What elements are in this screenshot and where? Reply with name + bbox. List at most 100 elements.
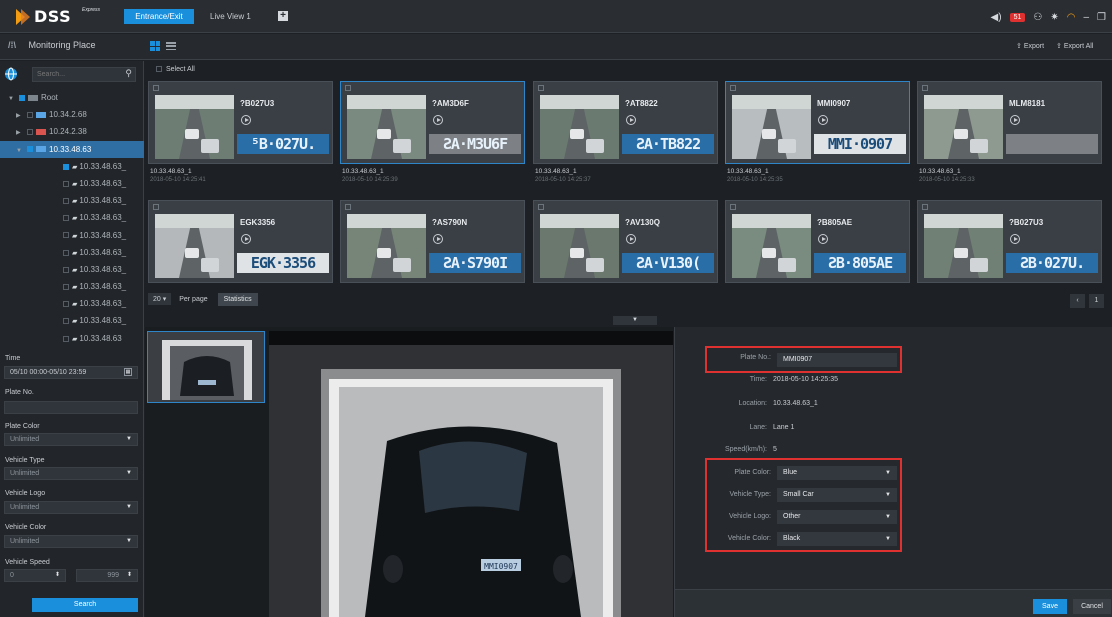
card-body[interactable]: ?B027U3 ⁵B·027U.	[148, 81, 333, 164]
tree-checkbox[interactable]	[63, 198, 69, 205]
play-icon[interactable]	[241, 115, 251, 125]
caret-down-icon[interactable]: ▼	[8, 91, 16, 106]
tree-checkbox[interactable]	[27, 129, 33, 136]
tree-channel[interactable]: ▰ 10.33.48.63_	[0, 295, 144, 312]
play-icon[interactable]	[1010, 115, 1020, 125]
tree-channel[interactable]: ▰ 10.33.48.63_	[0, 244, 144, 261]
vehicle-thumbnail[interactable]	[924, 214, 1003, 278]
caret-right-icon[interactable]: ▶	[16, 125, 24, 140]
add-tab-icon[interactable]: +	[278, 11, 288, 21]
capture-card[interactable]: ?AV130Q ƧA·V130(	[533, 200, 718, 310]
user-icon[interactable]: ⚇	[1033, 12, 1042, 23]
play-icon[interactable]	[433, 234, 443, 244]
card-body[interactable]: EGK3356 EGK·3356	[148, 200, 333, 283]
vehicle-logo-select[interactable]: Unlimited ▼	[4, 501, 138, 514]
tree-channel[interactable]: ▰ 10.33.48.63	[0, 330, 144, 347]
card-checkbox[interactable]	[345, 204, 351, 210]
tree-device[interactable]: ▶ 10.24.2.38	[0, 123, 144, 140]
vehicle-thumbnail[interactable]	[924, 95, 1003, 159]
export-all-button[interactable]: ⇪ Export All	[1056, 42, 1093, 50]
card-checkbox[interactable]	[730, 204, 736, 210]
tree-root[interactable]: ▼ Root	[0, 89, 144, 106]
card-checkbox[interactable]	[153, 85, 159, 91]
card-body[interactable]: ?AT8822 ƧA·TB822	[533, 81, 718, 164]
card-body[interactable]: ?AM3D6F ƧA·M3U6F	[340, 81, 525, 164]
statistics-button[interactable]: Statistics	[217, 293, 258, 306]
snapshot-thumbnail[interactable]	[147, 331, 265, 403]
play-icon[interactable]	[818, 115, 828, 125]
stepper-icon[interactable]: ⬍	[127, 570, 132, 581]
tree-channel[interactable]: ▰ 10.33.48.63_	[0, 158, 144, 175]
tree-channel[interactable]: ▰ 10.33.48.63_	[0, 312, 144, 329]
vehicle-type-dropdown[interactable]: Small Car ▼	[777, 488, 897, 502]
globe-icon[interactable]	[4, 67, 18, 81]
cancel-button[interactable]: Cancel	[1073, 599, 1111, 614]
caret-right-icon[interactable]: ▶	[16, 108, 24, 123]
card-body[interactable]: MMI0907 MMI·0907	[725, 81, 910, 164]
vehicle-color-dropdown[interactable]: Black ▼	[777, 532, 897, 546]
card-body[interactable]: MLM8181	[917, 81, 1102, 164]
tree-channel[interactable]: ▰ 10.33.48.63_	[0, 278, 144, 295]
card-body[interactable]: ?B027U3 ƧB·027U.	[917, 200, 1102, 283]
card-checkbox[interactable]	[922, 204, 928, 210]
search-input[interactable]	[33, 68, 119, 81]
tree-checkbox[interactable]	[63, 215, 69, 222]
page-number[interactable]: 1	[1089, 294, 1104, 308]
restore-icon[interactable]: ❐	[1097, 12, 1106, 23]
capture-card[interactable]: ?AS790N ƧA·S790I	[340, 200, 525, 310]
speed-max-field[interactable]: 999 ⬍	[76, 569, 138, 582]
tree-checkbox[interactable]	[63, 301, 69, 308]
minimize-icon[interactable]: –	[1083, 12, 1089, 23]
select-all[interactable]: Select All	[156, 66, 195, 73]
card-checkbox[interactable]	[538, 204, 544, 210]
time-field[interactable]: 05/10 00:00-05/10 23:59 ▦	[4, 366, 138, 379]
search-icon[interactable]: ⚲	[125, 68, 132, 79]
vehicle-photo[interactable]: MMI0907	[269, 331, 673, 617]
tree-device[interactable]: ▼ 10.33.48.63	[0, 140, 144, 158]
tree-checkbox[interactable]	[63, 318, 69, 325]
tab-live-view-1[interactable]: Live View 1	[202, 9, 266, 24]
card-checkbox[interactable]	[730, 85, 736, 91]
card-checkbox[interactable]	[153, 204, 159, 210]
tree-checkbox[interactable]	[63, 163, 69, 170]
tree-channel[interactable]: ▰ 10.33.48.63_	[0, 227, 144, 244]
tree-checkbox[interactable]	[27, 112, 33, 119]
tree-checkbox[interactable]	[63, 232, 69, 239]
tree-checkbox[interactable]	[63, 283, 69, 290]
tree-channel[interactable]: ▰ 10.33.48.63_	[0, 175, 144, 192]
tree-checkbox[interactable]	[63, 249, 69, 256]
capture-card[interactable]: ?B805AE ƧB·805AE	[725, 200, 910, 310]
calendar-icon[interactable]: ▦	[124, 368, 132, 376]
tree-channel[interactable]: ▰ 10.33.48.63_	[0, 192, 144, 209]
capture-card[interactable]: ?B027U3 ⁵B·027U. 10.33.48.63_1 2018-05-10 1…	[148, 81, 333, 191]
vehicle-type-select[interactable]: Unlimited ▼	[4, 467, 138, 480]
collapse-toggle-icon[interactable]: ▼	[613, 316, 657, 325]
tree-checkbox[interactable]	[63, 335, 69, 342]
play-icon[interactable]	[626, 234, 636, 244]
plate-color-select[interactable]: Unlimited ▼	[4, 433, 138, 446]
tree-checkbox[interactable]	[63, 266, 69, 273]
card-checkbox[interactable]	[345, 85, 351, 91]
network-icon[interactable]: ◠	[1067, 12, 1076, 23]
prev-page-button[interactable]: ‹	[1070, 294, 1085, 308]
vehicle-thumbnail[interactable]	[347, 214, 426, 278]
play-icon[interactable]	[1010, 234, 1020, 244]
plate-color-dropdown[interactable]: Blue ▼	[777, 466, 897, 480]
capture-card[interactable]: MLM8181 10.33.48.63_1 2018-05-10 14:25:33	[917, 81, 1102, 191]
vehicle-thumbnail[interactable]	[732, 214, 811, 278]
tab-entrance-exit[interactable]: Entrance/Exit	[124, 9, 194, 24]
card-body[interactable]: ?AS790N ƧA·S790I	[340, 200, 525, 283]
tree-device[interactable]: ▶ 10.34.2.68	[0, 106, 144, 123]
vehicle-thumbnail[interactable]	[155, 95, 234, 159]
vehicle-logo-dropdown[interactable]: Other ▼	[777, 510, 897, 524]
vehicle-thumbnail[interactable]	[347, 95, 426, 159]
card-checkbox[interactable]	[922, 85, 928, 91]
tree-checkbox[interactable]	[63, 180, 69, 187]
play-icon[interactable]	[626, 115, 636, 125]
card-checkbox[interactable]	[538, 85, 544, 91]
stepper-icon[interactable]: ⬍	[55, 570, 60, 581]
vehicle-thumbnail[interactable]	[540, 95, 619, 159]
caret-down-icon[interactable]: ▼	[16, 143, 24, 158]
vehicle-thumbnail[interactable]	[732, 95, 811, 159]
tree-checkbox[interactable]	[19, 94, 25, 101]
